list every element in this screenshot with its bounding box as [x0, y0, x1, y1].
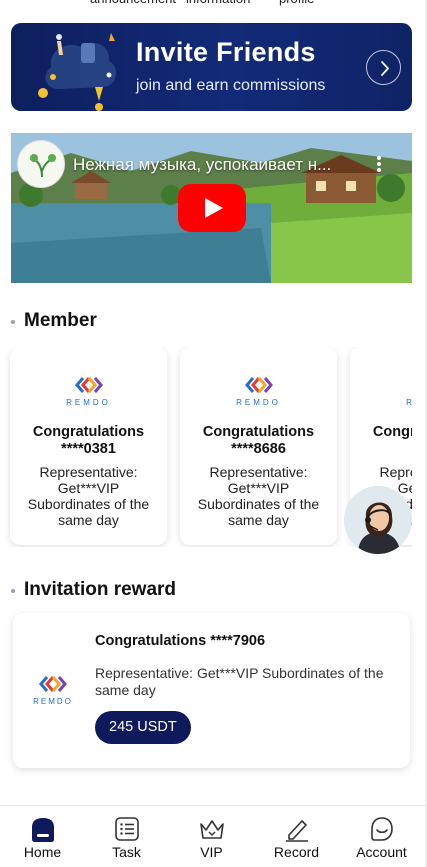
- customer-service-avatar[interactable]: [344, 486, 412, 554]
- card-title: Congratulations ****8686: [180, 424, 337, 458]
- remdo-logo-icon: [39, 676, 67, 692]
- crown-icon: [199, 820, 224, 839]
- card-title-line2: ****8686: [231, 441, 286, 457]
- home-icon: [31, 818, 54, 842]
- tab-label: Record: [273, 844, 320, 860]
- tab-task[interactable]: Task: [84, 806, 169, 867]
- card-description: Representative: Get***VIP Subordinates o…: [197, 464, 320, 528]
- tab-label: VIP: [200, 844, 223, 860]
- top-nav-announcement[interactable]: announcement: [90, 0, 176, 6]
- brand-label: REMDO: [350, 398, 412, 407]
- reward-title: Congratulations ****7906: [95, 633, 266, 649]
- section-bullet: [11, 589, 15, 593]
- tab-home[interactable]: Home: [0, 806, 85, 867]
- brand-label: REMDO: [236, 398, 281, 407]
- tab-label: Account: [356, 844, 407, 860]
- reward-section-title: Invitation reward: [24, 579, 177, 600]
- tab-label: Task: [112, 844, 141, 860]
- reward-description: Representative: Get***VIP Subordinates o…: [95, 665, 384, 698]
- top-nav-profile[interactable]: profile: [279, 0, 314, 6]
- card-title: Congratulations ****: [350, 424, 412, 458]
- tab-label: Home: [23, 844, 62, 860]
- section-bullet: [11, 320, 15, 324]
- card-title-line2: ****0381: [61, 441, 116, 457]
- brand-label: REMDO: [33, 697, 73, 706]
- brand-label: REMDO: [66, 398, 111, 407]
- channel-avatar[interactable]: [17, 140, 65, 188]
- card-title-line1: Congratulations: [372, 424, 412, 440]
- youtube-play-icon[interactable]: [178, 184, 246, 232]
- chevron-right-icon[interactable]: [366, 50, 401, 85]
- remdo-logo-icon: [74, 377, 103, 393]
- banner-subtitle: join and earn commissions: [136, 77, 326, 94]
- reward-card: REMDO Congratulations ****7906 Represent…: [13, 613, 410, 768]
- video-player[interactable]: Нежная музыка, успокаивает н...: [11, 133, 412, 283]
- tab-vip[interactable]: VIP: [169, 806, 254, 867]
- remdo-logo-icon: [409, 374, 413, 396]
- bottom-tab-bar: Home Task VIP Record Account: [0, 805, 427, 867]
- task-list-icon: [114, 817, 139, 841]
- remdo-logo-icon: [244, 377, 273, 393]
- tab-account[interactable]: Account: [339, 806, 424, 867]
- top-nav-information[interactable]: information: [186, 0, 250, 6]
- pencil-icon: [285, 820, 308, 842]
- more-vertical-icon[interactable]: [376, 155, 382, 173]
- invite-illustration: [38, 33, 117, 111]
- member-section-title: Member: [24, 310, 97, 331]
- card-description: Representative: Get***VIP Subordinates o…: [27, 464, 150, 528]
- reward-amount-badge: 245 USDT: [95, 711, 191, 744]
- card-title-line1: Congratulations: [202, 424, 315, 440]
- banner-title: Invite Friends: [136, 37, 316, 67]
- tab-record[interactable]: Record: [254, 806, 339, 867]
- video-title: Нежная музыка, успокаивает н...: [73, 155, 332, 174]
- member-card: REMDO Congratulations ****8686 Represent…: [180, 347, 337, 545]
- card-title-line1: Congratulations: [32, 424, 145, 440]
- invite-friends-banner[interactable]: Invite Friends join and earn commissions: [11, 23, 412, 111]
- account-icon: [370, 817, 393, 841]
- card-title: Congratulations ****0381: [10, 424, 167, 458]
- top-nav-labels: announcement information profile: [0, 0, 427, 6]
- card-title-line2: ****: [350, 441, 412, 458]
- member-card: REMDO Congratulations ****0381 Represent…: [10, 347, 167, 545]
